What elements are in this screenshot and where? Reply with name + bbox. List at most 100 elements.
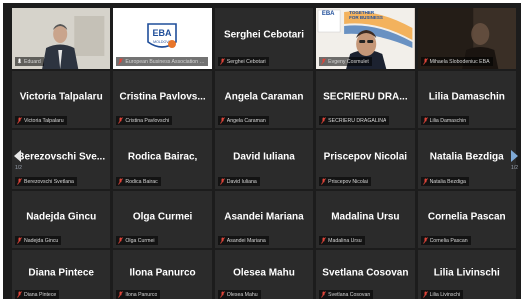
participant-name: Olga Curmei: [132, 211, 193, 223]
participant-tile[interactable]: Ilona Panurco Ilona Panurco: [113, 250, 212, 299]
participant-label-text: European Business Association M...: [125, 58, 206, 65]
participant-label: Evgeny Cosmulet: [319, 57, 372, 66]
mic-muted-icon: [422, 117, 428, 124]
meeting-gallery-window: Eduard EBA MOLDOVA European Business Associ…: [3, 3, 521, 299]
mic-muted-icon: [321, 178, 327, 185]
participant-label-text: Asandei Mariana: [226, 237, 266, 244]
participant-tile[interactable]: David Iuliana David Iuliana: [214, 130, 314, 189]
participant-label-text: Nadejda Gincu: [24, 237, 59, 244]
participant-label-text: SECRIERU DRAGALINA: [328, 117, 387, 124]
next-page-arrow[interactable]: [509, 149, 519, 163]
participant-tile[interactable]: EBA MOLDOVA European Business Association …: [113, 8, 212, 69]
participant-label-text: Lilia Livinschi: [429, 291, 461, 298]
participant-name: Nadejda Gincu: [26, 211, 97, 223]
participant-label-text: Olesea Mahu: [226, 291, 258, 298]
participant-label-text: Diana Pintece: [24, 291, 57, 298]
participant-label-text: David Iuliana: [226, 178, 257, 185]
mic-muted-icon: [321, 291, 327, 298]
mic-muted-icon: [219, 117, 225, 124]
eba-banner-logo: EBA: [321, 11, 335, 17]
participant-label-text: Priscepov Nicolai: [328, 178, 368, 185]
participant-tile[interactable]: EBA TOGETHER FOR BUSINESS Evgeny Cosmulet: [316, 8, 415, 69]
participant-label-text: Berezovschi Svetlana: [24, 178, 74, 185]
participant-label: SECRIERU DRAGALINA: [319, 116, 390, 125]
participant-name: Priscepov Nicolai: [323, 151, 408, 163]
participant-tile[interactable]: Natalia Bezdiga Natalia Bezdiga: [417, 130, 516, 189]
mic-muted-icon: [219, 291, 225, 298]
participant-label: Nadejda Gincu: [15, 236, 62, 245]
participant-label: Olga Curmei: [116, 236, 158, 245]
mic-muted-icon: [118, 58, 124, 65]
mic-muted-icon: [219, 178, 225, 185]
participant-name: Cornelia Pascan: [427, 211, 506, 223]
participant-tile[interactable]: Asandei Mariana Asandei Mariana: [214, 191, 314, 248]
participant-label-text: Serghei Cebotari: [226, 58, 266, 65]
participant-tile[interactable]: Rodica Bairac, Rodica Bairac: [113, 130, 212, 189]
participant-tile[interactable]: Madalina Ursu Madalina Ursu: [316, 191, 415, 248]
participant-name: Victoria Talpalaru: [19, 91, 103, 103]
participant-label: Eduard: [15, 57, 44, 66]
participant-tile[interactable]: Victoria Talpalaru Victoria Talpalaru: [12, 71, 111, 128]
participant-label: European Business Association M...: [116, 57, 209, 66]
participant-grid: Eduard EBA MOLDOVA European Business Associ…: [12, 8, 516, 299]
participant-label-text: Victoria Talpalaru: [24, 117, 64, 124]
participant-name: Rodica Bairac,: [127, 151, 198, 163]
participant-tile[interactable]: Angela Caraman Angela Caraman: [214, 71, 314, 128]
participant-label-text: Mihaela Slobodeniuc EBA: [429, 58, 490, 65]
participant-tile[interactable]: Eduard: [12, 8, 111, 69]
participant-tile[interactable]: Svetlana Cosovan Svetlana Cosovan: [316, 250, 415, 299]
participant-tile[interactable]: Mihaela Slobodeniuc EBA: [417, 8, 516, 69]
participant-label: Asandei Mariana: [217, 236, 269, 245]
participant-label: Lilia Damaschin: [420, 116, 470, 125]
participant-name: Lilia Damaschin: [428, 91, 505, 103]
participant-label-text: Angela Caraman: [226, 117, 266, 124]
participant-tile[interactable]: Diana Pintece Diana Pintece: [12, 250, 111, 299]
mic-muted-icon: [118, 237, 124, 244]
participant-label-text: Natalia Bezdiga: [429, 178, 466, 185]
mic-muted-icon: [422, 291, 428, 298]
participant-label: Natalia Bezdiga: [420, 177, 469, 186]
banner-slogan: TOGETHER FOR BUSINESS: [349, 10, 383, 20]
mic-muted-icon: [321, 117, 327, 124]
chevron-right-icon: [511, 150, 518, 162]
participant-tile[interactable]: Lilia Livinschi Lilia Livinschi: [417, 250, 516, 299]
participant-name: Olesea Mahu: [233, 267, 295, 279]
participant-name: Madalina Ursu: [331, 211, 400, 223]
participant-label-text: Rodica Bairac: [125, 178, 158, 185]
participant-tile[interactable]: Berezovschi Sve... Berezovschi Svetlana: [12, 130, 111, 189]
participant-name: Serghei Cebotari: [223, 29, 304, 41]
participant-tile[interactable]: Nadejda Gincu Nadejda Gincu: [12, 191, 111, 248]
participant-label: David Iuliana: [217, 177, 260, 186]
participant-label-text: Evgeny Cosmulet: [328, 58, 369, 65]
participant-name: Angela Caraman: [224, 91, 304, 103]
participant-label: Cristina Pavlovschi: [116, 116, 173, 125]
participant-label-text: Cristina Pavlovschi: [125, 117, 170, 124]
participant-label: Svetlana Cosovan: [319, 290, 374, 299]
participant-label-text: Cornelia Pascan: [429, 237, 468, 244]
participant-tile[interactable]: SECRIERU DRA... SECRIERU DRAGALINA: [316, 71, 415, 128]
participant-name: Natalia Bezdiga: [429, 151, 504, 163]
participant-label: Lilia Livinschi: [420, 290, 464, 299]
participant-label-text: Svetlana Cosovan: [328, 291, 371, 298]
participant-label: Rodica Bairac: [116, 177, 161, 186]
previous-page-arrow[interactable]: [13, 149, 23, 163]
participant-tile[interactable]: Cornelia Pascan Cornelia Pascan: [417, 191, 516, 248]
participant-name: Cristina Pavlovs...: [119, 91, 206, 103]
participant-label: Serghei Cebotari: [217, 57, 269, 66]
mic-muted-icon: [118, 291, 124, 298]
participant-tile[interactable]: Cristina Pavlovs... Cristina Pavlovschi: [113, 71, 212, 128]
participant-name: Lilia Livinschi: [433, 267, 500, 279]
mic-muted-icon: [422, 237, 428, 244]
participant-tile[interactable]: Serghei Cebotari Serghei Cebotari: [214, 8, 314, 69]
mic-muted-icon: [17, 117, 22, 124]
participant-label-text: Lilia Damaschin: [429, 117, 467, 124]
participant-label-text: Olga Curmei: [125, 237, 155, 244]
participant-name: Berezovschi Sve...: [17, 151, 106, 163]
mic-muted-icon: [17, 178, 22, 185]
participant-name: David Iuliana: [233, 151, 295, 163]
participant-tile[interactable]: Olesea Mahu Olesea Mahu: [214, 250, 314, 299]
participant-tile[interactable]: Lilia Damaschin Lilia Damaschin: [417, 71, 516, 128]
mic-muted-icon: [17, 237, 22, 244]
participant-tile[interactable]: Olga Curmei Olga Curmei: [113, 191, 212, 248]
participant-tile[interactable]: Priscepov Nicolai Priscepov Nicolai: [316, 130, 415, 189]
